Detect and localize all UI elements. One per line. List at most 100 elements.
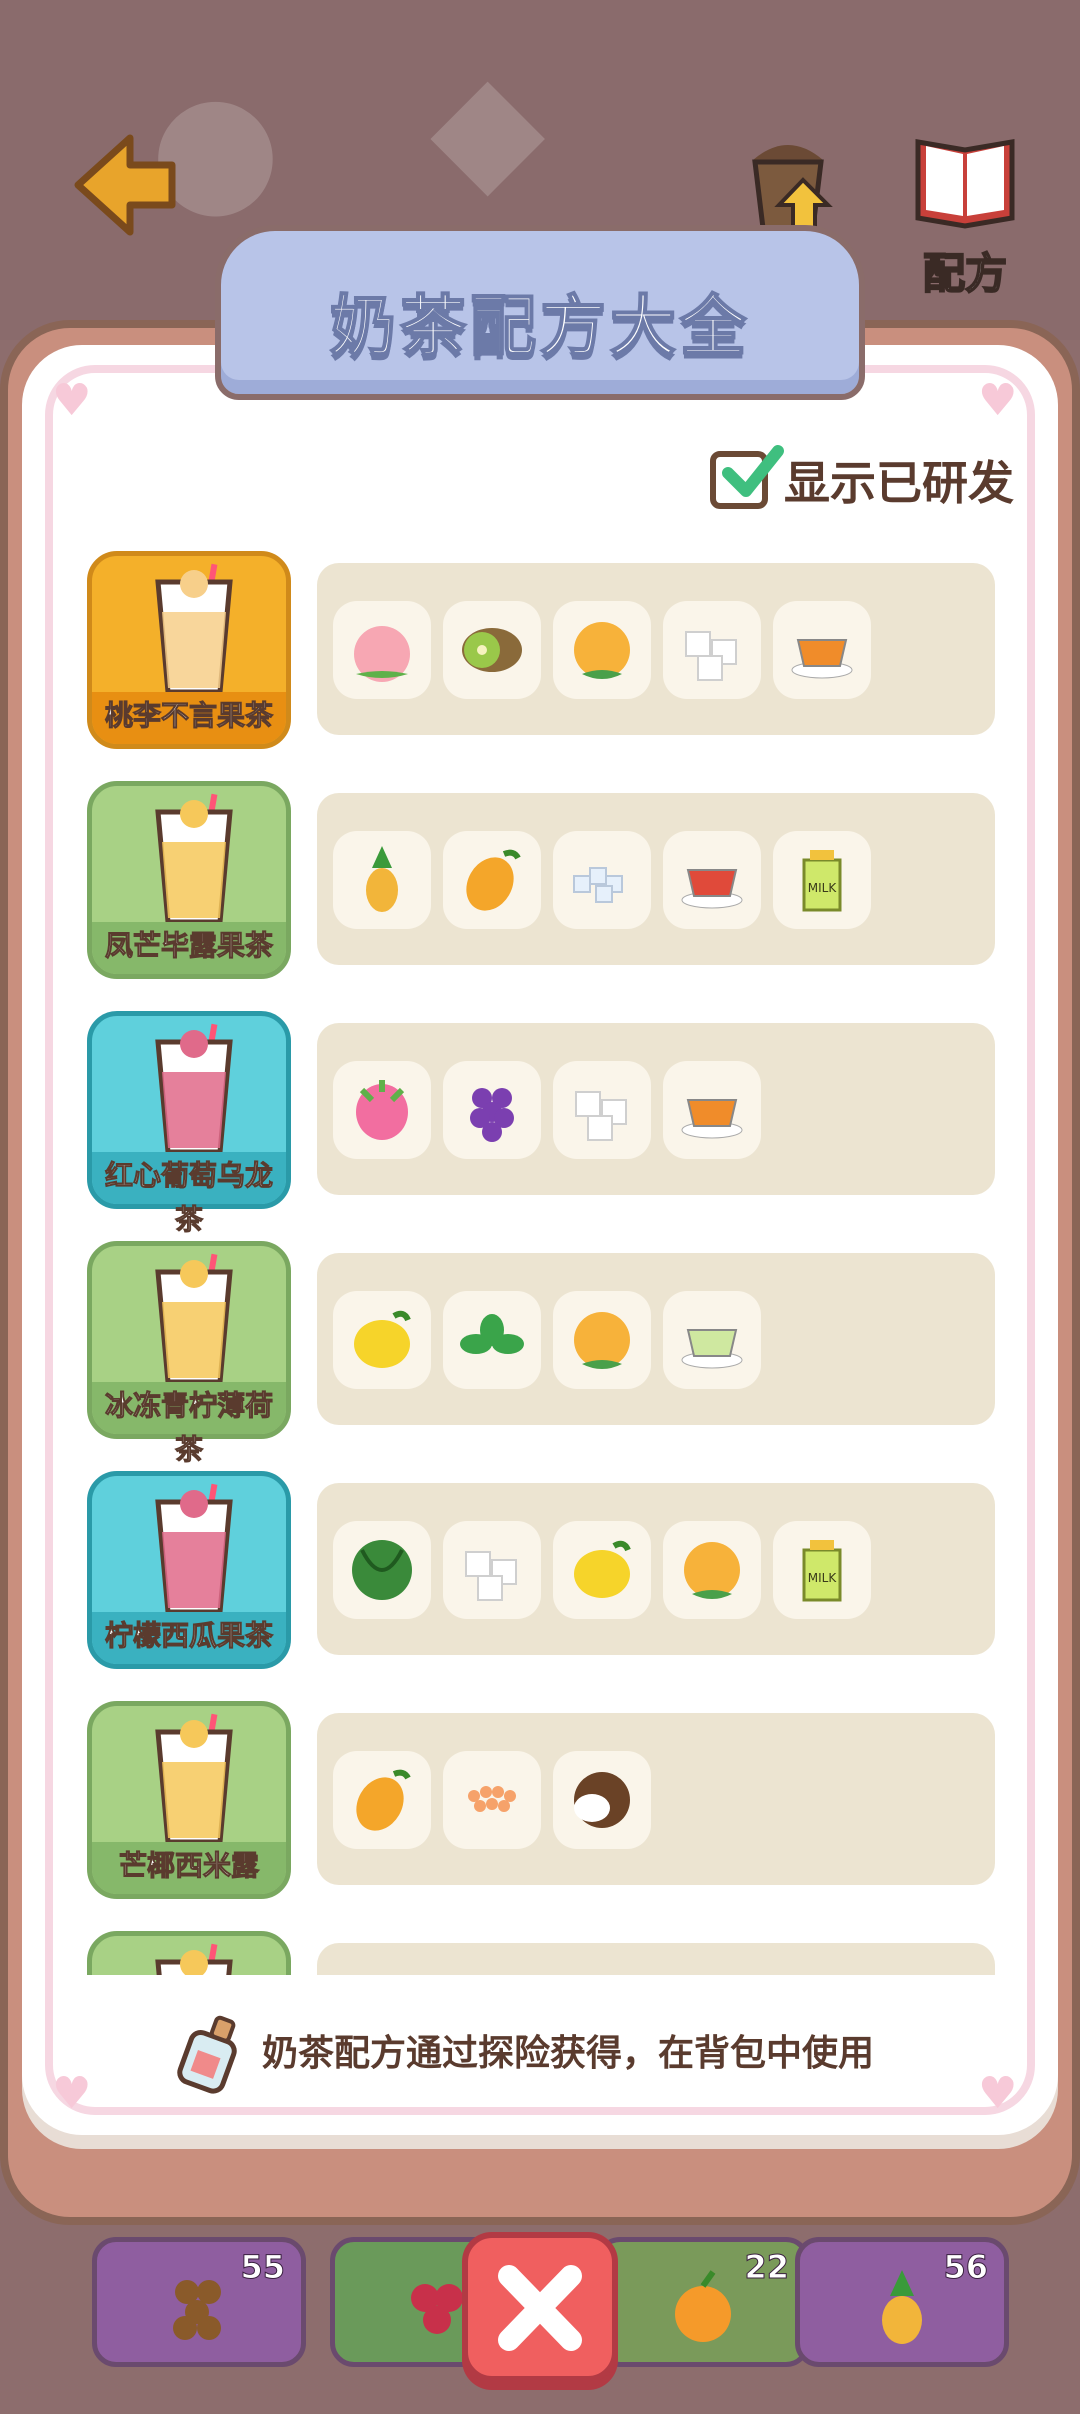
ingredient-slot[interactable]: [663, 1521, 761, 1619]
ingredient-bar: [317, 563, 995, 735]
drink-cup-icon: [155, 1713, 233, 1845]
drink-cup-icon: [155, 1253, 233, 1385]
milk-carton-icon: MILK: [802, 1540, 842, 1602]
back-arrow-icon: [74, 134, 176, 236]
red-tea-icon: [681, 869, 743, 909]
drink-cup-icon: [155, 1023, 233, 1155]
ingredient-bar: [317, 1253, 995, 1425]
grape-icon: [470, 1088, 514, 1142]
ingredient-slot[interactable]: [553, 1291, 651, 1389]
mint-icon: [460, 1314, 524, 1354]
ingredient-slot[interactable]: [553, 1061, 651, 1159]
title-tab: 奶茶配方大全: [215, 225, 865, 400]
lemon-icon: [354, 1310, 411, 1368]
mango-icon: [466, 849, 521, 911]
drink-cup-icon: [155, 1943, 233, 1975]
drink-name: 桃李不言果茶: [104, 699, 273, 733]
drink-name: 凤芒毕露果茶: [104, 929, 273, 963]
ingredient-slot[interactable]: [333, 1751, 431, 1849]
cup-upgrade-icon: [752, 145, 833, 231]
ingredient-slot[interactable]: [333, 1521, 431, 1619]
ingredient-slot[interactable]: [773, 601, 871, 699]
rock-sugar-icon: [573, 867, 623, 903]
heart-decoration-icon: ♥: [52, 2068, 92, 2119]
pineapple-icon: [366, 846, 398, 912]
drink-card[interactable]: 凤芒毕露果茶: [87, 781, 291, 979]
close-button[interactable]: [462, 2232, 618, 2382]
mango-icon: [356, 1769, 411, 1831]
ingredient-bar: [317, 1023, 995, 1195]
back-button[interactable]: [70, 130, 180, 240]
orange-icon: [684, 1542, 740, 1599]
recipe-list[interactable]: 桃李不言果茶 凤芒毕露果茶 MILK 红心葡萄乌龙茶 冰冻青柠薄荷茶柠檬西瓜果茶 MILK…: [85, 545, 1005, 1975]
drink-card[interactable]: 芒椰西米露: [87, 1701, 291, 1899]
drink-card[interactable]: [87, 1931, 291, 1975]
drink-name: 柠檬西瓜果茶: [104, 1619, 273, 1653]
ingredient-slot[interactable]: [333, 1061, 431, 1159]
page-title: 奶茶配方大全: [329, 287, 750, 366]
heart-decoration-icon: ♥: [52, 375, 92, 426]
drink-name: 芒椰西米露: [118, 1849, 259, 1883]
footer-note-text: 奶茶配方通过探险获得，在背包中使用: [262, 2033, 875, 2074]
recipe-row[interactable]: 芒椰西米露: [85, 1695, 1005, 1899]
ingredient-slot[interactable]: [553, 601, 651, 699]
ingredient-slot[interactable]: [443, 1521, 541, 1619]
svg-text:MILK: MILK: [808, 1571, 838, 1585]
inventory-slot[interactable]: 55: [92, 2237, 306, 2367]
recipe-row[interactable]: 桃李不言果茶: [85, 545, 1005, 749]
recipe-book-button[interactable]: 配方: [905, 130, 1025, 301]
drink-card[interactable]: 桃李不言果茶: [87, 551, 291, 749]
ingredient-slot[interactable]: [443, 831, 541, 929]
ingredient-slot[interactable]: [333, 831, 431, 929]
inventory-count: 56: [943, 2248, 989, 2287]
show-developed-toggle[interactable]: 显示已研发: [710, 445, 1014, 515]
ingredient-slot[interactable]: [443, 601, 541, 699]
kiwi-icon: [462, 628, 522, 672]
heart-decoration-icon: ♥: [978, 2068, 1018, 2119]
recipe-row[interactable]: 凤芒毕露果茶 MILK: [85, 775, 1005, 979]
ingredient-bar: [317, 1943, 995, 1975]
peach-icon: [354, 626, 410, 682]
drink-cup-icon: [155, 793, 233, 925]
drink-cup-icon: [155, 563, 233, 695]
drink-cup-icon: [155, 1483, 233, 1615]
recipe-row[interactable]: 冰冻青柠薄荷茶: [85, 1235, 1005, 1467]
ingredient-slot[interactable]: [553, 1521, 651, 1619]
ingredient-slot[interactable]: [443, 1291, 541, 1389]
sugar-cube-icon: [465, 1551, 517, 1601]
ingredient-slot[interactable]: [553, 831, 651, 929]
svg-text:MILK: MILK: [808, 881, 838, 895]
recipe-row[interactable]: 红心葡萄乌龙茶: [85, 1005, 1005, 1237]
ingredient-slot[interactable]: [663, 1061, 761, 1159]
ingredient-slot[interactable]: [663, 1291, 761, 1389]
checkmark-icon: [722, 445, 784, 497]
ingredient-slot[interactable]: [333, 1291, 431, 1389]
inventory-count: 55: [240, 2248, 286, 2287]
drink-card[interactable]: 柠檬西瓜果茶: [87, 1471, 291, 1669]
heart-decoration-icon: ♥: [978, 375, 1018, 426]
inventory-slot[interactable]: 56: [795, 2237, 1009, 2367]
drink-name: 红心葡萄乌龙茶: [104, 1159, 273, 1237]
black-tea-icon: [681, 1099, 743, 1139]
ingredient-slot[interactable]: MILK: [773, 1521, 871, 1619]
ingredient-slot[interactable]: [443, 1061, 541, 1159]
drink-name: 冰冻青柠薄荷茶: [104, 1389, 273, 1467]
green-tea-icon: [681, 1329, 743, 1369]
inventory-slot[interactable]: 22: [596, 2237, 810, 2367]
footer-note: 奶茶配方通过探险获得，在背包中使用: [160, 2005, 874, 2095]
recipe-row[interactable]: [85, 1925, 1005, 1975]
ingredient-slot[interactable]: [443, 1751, 541, 1849]
ingredient-slot[interactable]: [553, 1751, 651, 1849]
sugar-cube-icon: [575, 1091, 627, 1141]
ingredient-slot[interactable]: [663, 831, 761, 929]
drink-card[interactable]: 冰冻青柠薄荷茶: [87, 1241, 291, 1467]
drink-card[interactable]: 红心葡萄乌龙茶: [87, 1011, 291, 1237]
ingredient-slot[interactable]: MILK: [773, 831, 871, 929]
ingredient-slot[interactable]: [663, 601, 761, 699]
checkbox[interactable]: [710, 445, 784, 509]
recipe-row[interactable]: 柠檬西瓜果茶 MILK: [85, 1465, 1005, 1669]
ingredient-slot[interactable]: [333, 601, 431, 699]
tapioca-pearls-icon: [468, 1786, 516, 1812]
pineapple-icon: [882, 2270, 922, 2344]
tapioca-icon: [173, 2280, 221, 2340]
